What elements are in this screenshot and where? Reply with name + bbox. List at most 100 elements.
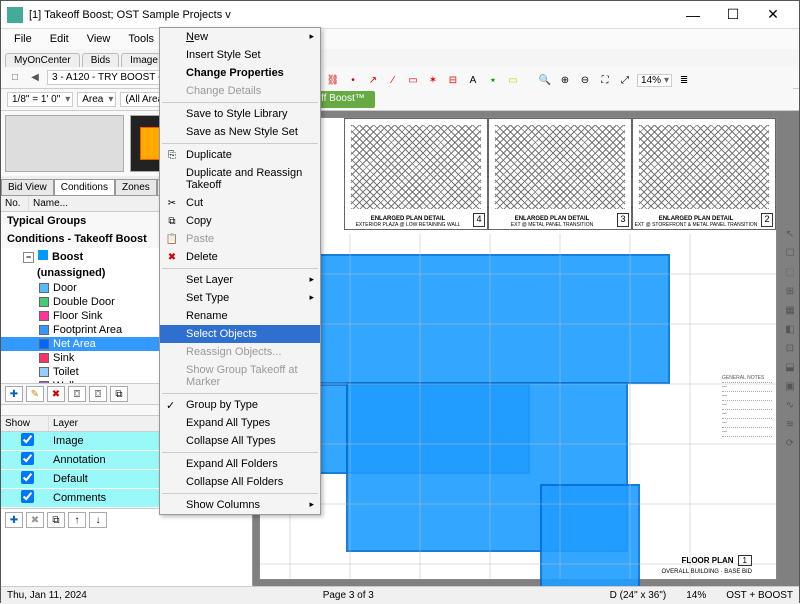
menu-file[interactable]: File [7,31,39,47]
status-mode: OST + BOOST [726,590,793,601]
add-button[interactable]: ✚ [5,386,23,402]
opt1-button[interactable]: ⌼ [68,386,86,402]
tool-arrow[interactable]: ↗ [365,72,381,88]
rt-11[interactable]: ≋ [782,416,798,432]
zoom-window-icon[interactable]: 🔍 [537,72,553,88]
tool-stamp[interactable]: ⭑ [485,72,501,88]
tool-link[interactable]: ⛓ [325,72,341,88]
mode-select[interactable]: Area [77,92,116,107]
swatch-icon [39,283,49,293]
rt-10[interactable]: ∿ [782,397,798,413]
layer-up-button[interactable]: ↑ [68,512,86,528]
detail-cell: ENLARGED PLAN DETAILEXTERIOR PLAZA @ LOW… [344,118,488,230]
rt-7[interactable]: ⊡ [782,340,798,356]
tool-point[interactable]: • [345,72,361,88]
rt-1[interactable]: ↖ [782,226,798,242]
menu-item[interactable]: Collapse All Types [160,432,320,450]
close-button[interactable]: ✕ [753,2,793,28]
layer-copy-button[interactable]: ⧉ [47,512,65,528]
rt-9[interactable]: ▣ [782,378,798,394]
zoom-in-icon[interactable]: ⊕ [557,72,573,88]
layer-checkbox[interactable] [21,433,34,446]
tab-myoncenter[interactable]: MyOnCenter [5,53,80,67]
swatch-icon [39,311,49,321]
tab-bidview[interactable]: Bid View [1,179,54,195]
menu-edit[interactable]: Edit [43,31,76,47]
tool-rect[interactable]: ▭ [405,72,421,88]
menu-item[interactable]: Set Type [160,289,320,307]
menu-item[interactable]: ✂Cut [160,194,320,212]
tab-conditions[interactable]: Conditions [54,179,115,195]
zoom-fit-icon[interactable]: ⛶ [597,72,613,88]
rt-3[interactable]: ⬚ [782,264,798,280]
rt-5[interactable]: ▦ [782,302,798,318]
menu-item[interactable]: Save to Style Library [160,105,320,123]
tab-zones[interactable]: Zones [115,179,157,195]
status-dim: D (24" x 36") [610,590,667,601]
rt-6[interactable]: ◧ [782,321,798,337]
menu-view[interactable]: View [80,31,118,47]
opt3-button[interactable]: ⧉ [110,386,128,402]
menu-item[interactable]: Collapse All Folders [160,473,320,491]
layer-add-button[interactable]: ✚ [5,512,23,528]
layer-col-show[interactable]: Show [1,416,49,431]
new-icon[interactable]: □ [7,70,23,86]
scale-select[interactable]: 1/8" = 1' 0" [7,92,73,107]
menu-item[interactable]: Save as New Style Set [160,123,320,141]
menu-icon: ⧉ [165,214,179,228]
delete-button[interactable]: ✖ [47,386,65,402]
tool-line[interactable]: ∕ [385,72,401,88]
prev-icon[interactable]: ◀ [27,70,43,86]
menu-item[interactable]: Show Columns [160,496,320,514]
zoom-out-icon[interactable]: ⊖ [577,72,593,88]
minimize-button[interactable]: — [673,2,713,28]
menu-item[interactable]: ⧉Copy [160,212,320,230]
tool-highlight[interactable]: ▭ [505,72,521,88]
rt-8[interactable]: ⬓ [782,359,798,375]
menu-item[interactable]: ⎘Duplicate [160,146,320,164]
rt-2[interactable]: ☐ [782,245,798,261]
menu-item[interactable]: ✓Group by Type [160,396,320,414]
menu-item[interactable]: Duplicate and Reassign Takeoff [160,164,320,194]
rt-4[interactable]: ⊞ [782,283,798,299]
menu-tools[interactable]: Tools [121,31,161,47]
menu-item[interactable]: ✖Delete [160,248,320,266]
menu-item[interactable]: Select Objects [160,325,320,343]
menu-item[interactable]: New [160,28,320,46]
layer-checkbox[interactable] [21,471,34,484]
tool-dash[interactable]: ⊟ [445,72,461,88]
zoom-actual-icon[interactable]: ⤢ [617,72,633,88]
menu-item[interactable]: Change Properties [160,64,320,82]
menubar: File Edit View Tools Image [1,29,799,49]
menu-item[interactable]: Expand All Types [160,414,320,432]
maximize-button[interactable]: ☐ [713,2,753,28]
layer-remove-button[interactable]: ✖ [26,512,44,528]
layer-checkbox[interactable] [21,490,34,503]
layer-down-button[interactable]: ↓ [89,512,107,528]
zoom-select[interactable]: 14% [637,74,672,87]
general-notes: GENERAL NOTES—————— [722,374,772,437]
layer-checkbox[interactable] [21,452,34,465]
menu-item: 📋Paste [160,230,320,248]
layers-icon[interactable]: ≣ [676,72,692,88]
swatch-icon [39,325,49,335]
tool-text[interactable]: A [465,72,481,88]
tool-x[interactable]: ✶ [425,72,441,88]
menu-item[interactable]: Expand All Folders [160,455,320,473]
menu-item[interactable]: Rename [160,307,320,325]
layer-name: Default [49,473,88,485]
drawing-canvas[interactable]: ENLARGED PLAN DETAILEXTERIOR PLAZA @ LOW… [253,111,799,586]
rt-12[interactable]: ⟳ [782,435,798,451]
thumbnail-1[interactable] [5,115,124,172]
menu-item[interactable]: Set Layer [160,271,320,289]
opt2-button[interactable]: ⌼ [89,386,107,402]
layer-name: Annotation [49,454,106,466]
tab-bids[interactable]: Bids [82,53,119,67]
detail-cell: ENLARGED PLAN DETAILEXT @ STOREFRONT & M… [632,118,776,230]
floor-plan-caption: FLOOR PLAN1 OVERALL BUILDING · BASE BID [662,555,752,575]
swatch-icon [39,353,49,363]
collapse-icon[interactable]: − [23,252,34,263]
menu-item[interactable]: Insert Style Set [160,46,320,64]
col-no[interactable]: No. [1,196,29,211]
edit-button[interactable]: ✎ [26,386,44,402]
